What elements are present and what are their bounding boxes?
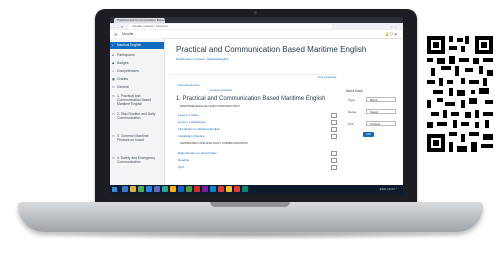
system-tray[interactable]: ENG 10:24 ⌃ bbox=[380, 187, 398, 191]
sidebar-item-competencies[interactable]: ✓ Competencies bbox=[110, 69, 164, 73]
qr-code bbox=[427, 36, 493, 152]
folder-icon: ▭ bbox=[112, 85, 115, 89]
completion-checkbox[interactable] bbox=[331, 165, 337, 170]
sidebar-item-section-2[interactable]: ▭ 2. Ship Routine and Daily Communicatio… bbox=[110, 112, 160, 120]
app-icon[interactable] bbox=[162, 186, 168, 192]
user-menu[interactable]: 🔔 💬 ◉ bbox=[385, 32, 397, 36]
folder-icon[interactable] bbox=[130, 186, 136, 192]
activity-link[interactable]: Lesson 1 Worksheet bbox=[178, 120, 205, 124]
block-title: Add a block bbox=[346, 89, 363, 93]
sidebar-item-label: General bbox=[117, 85, 130, 89]
address-bar-area: ← → ⟳ moodle / course / view.php ☆ ⋮ bbox=[110, 23, 403, 30]
activity-link[interactable]: Announcements bbox=[178, 83, 200, 87]
section-title: 1. Practical and Communication Based Mar… bbox=[176, 96, 326, 102]
sidebar-item-participants[interactable]: ● Participants bbox=[110, 53, 164, 57]
browser-menu-icon[interactable]: ☆ ⋮ bbox=[390, 25, 397, 29]
activity-link[interactable]: Course overview bbox=[210, 88, 232, 92]
laptop-screen: Practical and Communication Based M... ←… bbox=[110, 17, 403, 194]
sidebar-item-label: Nautical English bbox=[117, 43, 142, 47]
completion-checkbox[interactable] bbox=[331, 151, 337, 156]
app-icon[interactable] bbox=[226, 186, 232, 192]
breadcrumb[interactable]: Dashboard / Courses / Nautical English bbox=[176, 57, 228, 61]
block-select[interactable]: Block bbox=[366, 97, 396, 102]
course-nav-sidebar: ▪ Nautical English ● Participants ◆ Badg… bbox=[110, 38, 165, 185]
app-icon[interactable] bbox=[138, 186, 144, 192]
activity-link[interactable]: Daily Routine on board Video bbox=[178, 151, 217, 155]
add-block-button[interactable]: Add bbox=[363, 132, 374, 137]
app-icon[interactable] bbox=[234, 186, 240, 192]
sidebar-item-label: Competencies bbox=[117, 69, 139, 73]
sidebar-item-label: Badges bbox=[117, 61, 129, 65]
app-icon[interactable] bbox=[210, 186, 216, 192]
sidebar-item-label: Grades bbox=[117, 77, 129, 81]
sidebar-item-general[interactable]: ▭ General bbox=[110, 85, 164, 89]
sidebar-item-grades[interactable]: ▦ Grades bbox=[110, 77, 164, 81]
url-input[interactable]: moodle / course / view.php bbox=[128, 24, 332, 29]
activity-link[interactable]: Quiz bbox=[178, 165, 184, 169]
folder-icon: ▭ bbox=[112, 156, 115, 160]
hamburger-icon[interactable]: ☰ bbox=[114, 32, 118, 37]
users-icon: ● bbox=[112, 53, 114, 57]
sidebar-item-label: 2. Ship Routine and Daily Communication bbox=[117, 112, 156, 120]
page-title: Practical and Communication Based Mariti… bbox=[176, 45, 367, 54]
taskbar-apps bbox=[122, 186, 272, 193]
app-icon[interactable] bbox=[154, 186, 160, 192]
block-select[interactable]: Choose bbox=[366, 121, 396, 126]
app-icon[interactable] bbox=[170, 186, 176, 192]
grades-icon: ▦ bbox=[112, 77, 115, 81]
activity-link[interactable]: Vocabulary Practice bbox=[178, 134, 205, 138]
laptop-hinge-notch bbox=[210, 202, 290, 207]
app-icon[interactable] bbox=[146, 186, 152, 192]
completion-checkbox[interactable] bbox=[331, 127, 337, 132]
app-icon[interactable] bbox=[242, 186, 248, 192]
activity-link[interactable]: Reading bbox=[178, 158, 189, 162]
folder-icon: ▭ bbox=[112, 134, 115, 138]
sidebar-item-section-3[interactable]: ▭ 3. Common Maritime Phrases on board bbox=[110, 134, 160, 142]
activity-link[interactable]: Introduction to Maritime English bbox=[178, 127, 220, 131]
sidebar-item-label: Participants bbox=[117, 53, 135, 57]
sidebar-item-label: 3. Common Maritime Phrases on board bbox=[117, 134, 149, 142]
app-icon[interactable] bbox=[186, 186, 192, 192]
activity-link[interactable]: Lesson 1 Video bbox=[178, 113, 199, 117]
app-icon[interactable] bbox=[218, 186, 224, 192]
section-subheading: MARITIME ENGLISH AND INTRODUCTION bbox=[180, 104, 240, 108]
app-icon[interactable] bbox=[178, 186, 184, 192]
start-icon[interactable] bbox=[112, 187, 117, 192]
sidebar-item-label: 1. Practical and Communication Based Mar… bbox=[117, 94, 152, 106]
navigation-buttons[interactable]: ← → ⟳ bbox=[113, 25, 123, 29]
sidebar-item-course[interactable]: ▪ Nautical English bbox=[110, 42, 164, 49]
block-select[interactable]: Select bbox=[366, 109, 396, 114]
app-icon[interactable] bbox=[122, 186, 128, 192]
completion-checkbox[interactable] bbox=[331, 134, 337, 139]
sidebar-item-label: 4. Safety and Emergency Communication bbox=[117, 156, 156, 164]
add-block-panel: Add a block Type Block Name Select Link … bbox=[346, 89, 401, 141]
sidebar-item-section-4[interactable]: ▭ 4. Safety and Emergency Communication bbox=[110, 156, 160, 164]
block-row-label: Link bbox=[348, 122, 354, 126]
app-icon[interactable] bbox=[194, 186, 200, 192]
completion-checkbox[interactable] bbox=[331, 113, 337, 118]
completion-checkbox[interactable] bbox=[331, 120, 337, 125]
hat-icon: ▪ bbox=[112, 43, 114, 47]
course-main: Practical and Communication Based Mariti… bbox=[168, 38, 366, 185]
app-icon[interactable] bbox=[202, 186, 208, 192]
progress-link[interactable]: Your progress bbox=[317, 75, 336, 79]
block-row-label: Type bbox=[348, 98, 355, 102]
folder-icon: ▭ bbox=[112, 112, 115, 116]
folder-icon: ▭ bbox=[112, 94, 115, 98]
badge-icon: ◆ bbox=[112, 61, 115, 65]
block-row-label: Name bbox=[348, 110, 357, 114]
site-name[interactable]: Moodle bbox=[122, 32, 133, 36]
os-taskbar: ENG 10:24 ⌃ bbox=[110, 185, 403, 194]
check-icon: ✓ bbox=[112, 69, 115, 73]
section-subheading: SHIPBOARD LIFE AND DAILY COMMUNICATION bbox=[180, 141, 248, 145]
webcam bbox=[254, 11, 257, 14]
completion-checkbox[interactable] bbox=[331, 158, 337, 163]
sidebar-item-badges[interactable]: ◆ Badges bbox=[110, 61, 164, 65]
sidebar-item-section-1[interactable]: ▭ 1. Practical and Communication Based M… bbox=[110, 94, 160, 106]
